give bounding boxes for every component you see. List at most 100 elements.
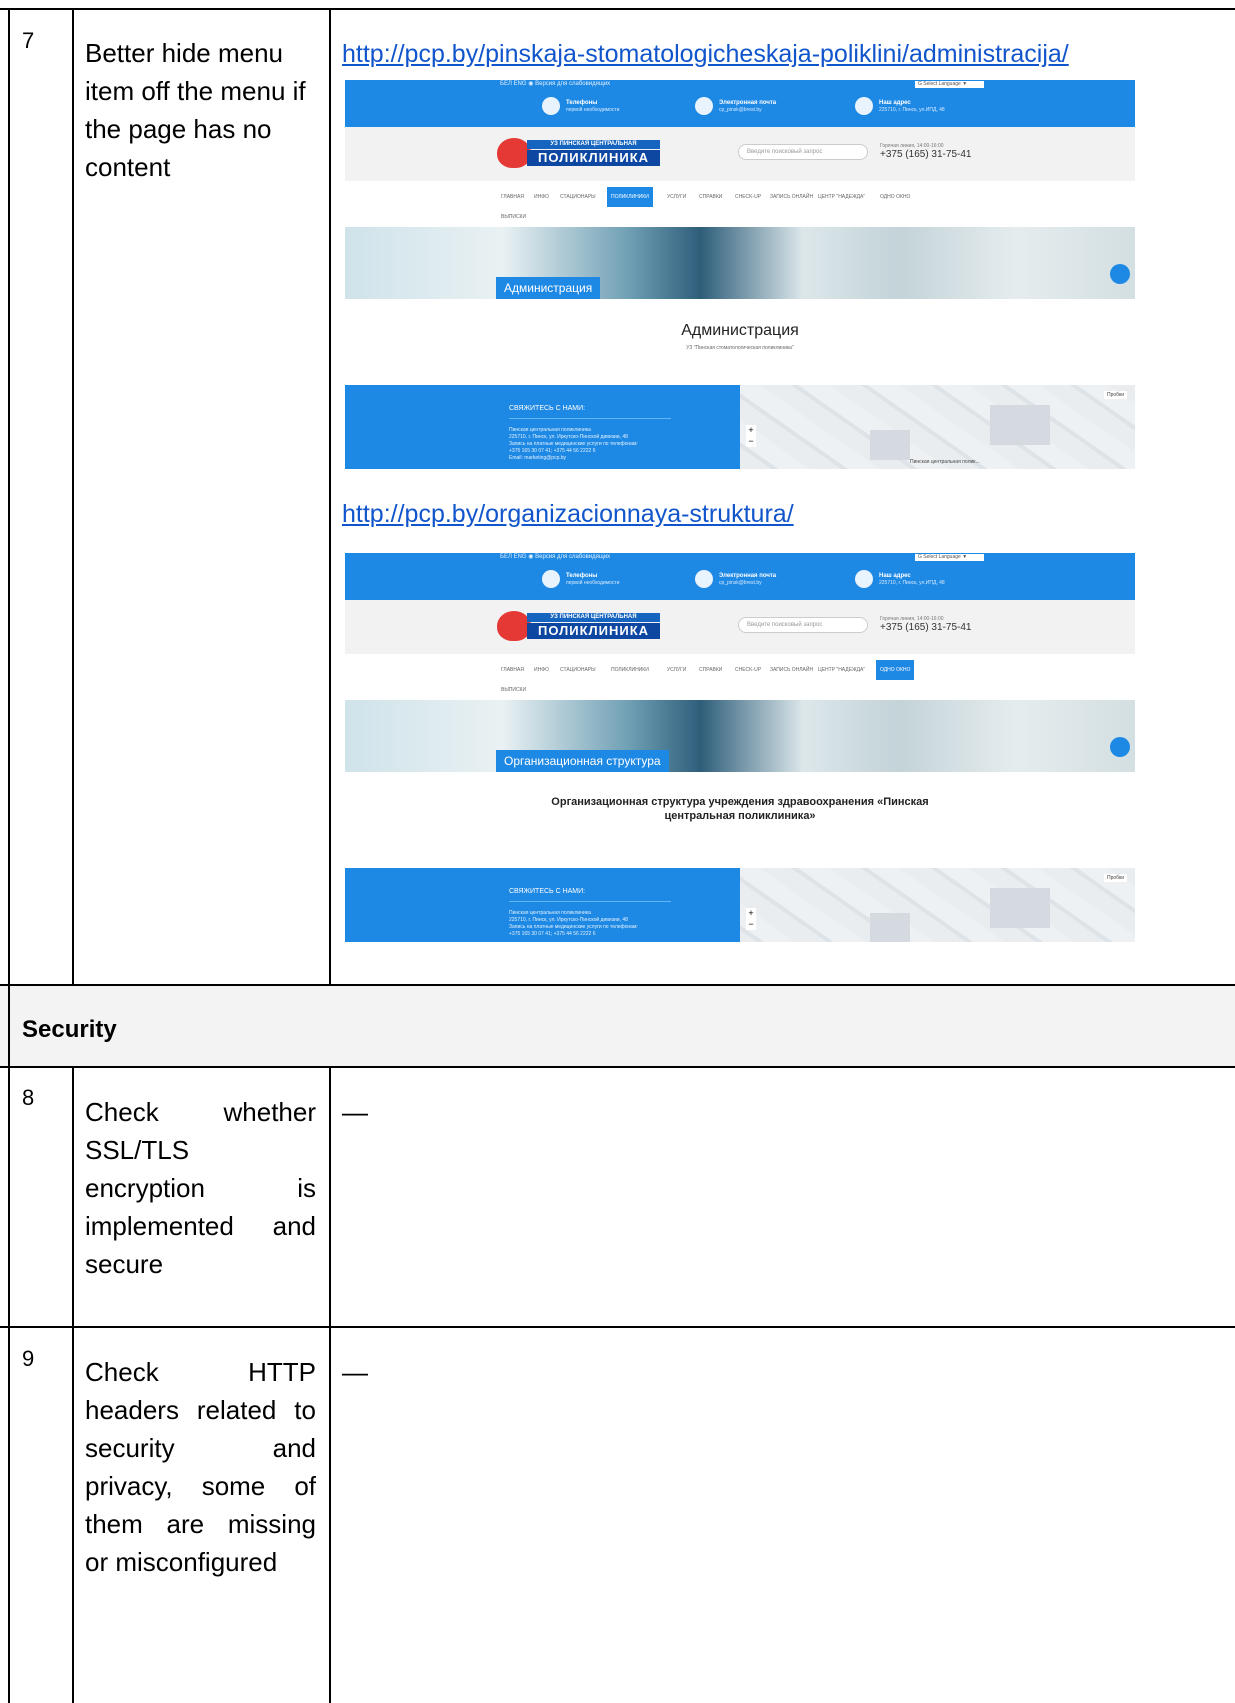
row-number: 8 [22,1085,35,1110]
site-footer: СВЯЖИТЕСЬ С НАМИ: Пинская центральная по… [345,868,1135,942]
issue-line: encryption is [85,1173,316,1203]
address-info: Наш адрес 225710, г. Пинск, ул.ИПД, 48 [855,97,945,115]
phone-icon [542,570,560,588]
column-divider [72,1066,74,1703]
lang-bar-text: БЕЛ ENG ◉ Версия для слабовидящих [500,81,611,87]
footer-line: 225710, г. Пинск, ул. Иркутско-Пинской д… [509,434,628,440]
hotline-phone: +375 (165) 31-75-41 [880,622,972,633]
row-divider [0,1326,1235,1328]
email-info: Электронная почта cp_pinsk@brest.by [695,570,777,588]
nav-item: УСЛУГИ [667,194,687,200]
column-divider [329,8,331,985]
site-search: Введите поисковый запрос [738,144,868,160]
email-title: Электронная почта [719,100,777,106]
phone-icon [542,97,560,115]
footer-contacts: СВЯЖИТЕСЬ С НАМИ: Пинская центральная по… [345,385,740,469]
table-border-left [8,8,10,1703]
issue-line: or misconfigured [85,1547,278,1577]
map-traffic: Пробки [1104,874,1127,882]
footer-line: Запись на платные медицинские услуги по … [509,924,638,930]
mail-icon [695,97,713,115]
nav-item: ЗАПИСЬ ОНЛАЙН [770,667,814,673]
footer-rule [509,418,671,419]
section-header-row [0,985,1235,1067]
menu-fab-icon [1110,737,1130,757]
section-title: Security [22,1016,117,1043]
map-zoom-controls: + − [746,425,756,447]
footer-text: Пинская центральная поликлиника 225710, … [509,910,638,938]
page-title: Организационная структура учреждения здр… [551,796,929,808]
logo-line1: УЗ ПИНСКАЯ ЦЕНТРАЛЬНАЯ [527,140,660,149]
footer-line: +375 165 30 07 41; +375 44 56 2222 6 [509,448,596,454]
site-nav: ГЛАВНАЯ ИНФО СТАЦИОНАРЫ ПОЛИКЛИНИКИ УСЛУ… [345,181,1135,227]
phones-info: Телефоны первой необходимости [542,97,620,115]
address-info: Наш адрес 225710, г. Пинск, ул.ИПД, 48 [855,570,945,588]
evidence-link[interactable]: http://pcp.by/organizacionnaya-struktura… [342,500,794,529]
footer-line: Пинская центральная поликлиника [509,910,591,916]
map-zoom-controls: + − [746,908,756,930]
phones-title: Телефоны [566,100,598,106]
nav-item: CHECK-UP [735,667,762,673]
site-header: УЗ ПИНСКАЯ ЦЕНТРАЛЬНАЯ ПОЛИКЛИНИКА Введи… [345,600,1135,654]
issue-line: security and [85,1433,316,1463]
footer-line: 225710, г. Пинск, ул. Иркутско-Пинской д… [509,917,628,923]
nav-item: ЗАПИСЬ ОНЛАЙН [770,194,814,200]
map-block [990,405,1050,445]
issue-line: headers related to [85,1395,316,1425]
page-title: Администрация [681,322,799,339]
evidence-screenshot: БЕЛ ENG ◉ Версия для слабовидящих G Sele… [345,80,1135,469]
translate-widget: G Select Language ▼ [915,81,984,88]
lang-bar: БЕЛ ENG ◉ Версия для слабовидящих G Sele… [345,80,1135,89]
evidence-screenshot: БЕЛ ENG ◉ Версия для слабовидящих G Sele… [345,553,1135,942]
menu-fab-icon [1110,264,1130,284]
footer-line: Email: marketing@pcp.by [509,455,567,461]
nav-item: ПОЛИКЛИНИКИ [611,667,649,673]
site-header: УЗ ПИНСКАЯ ЦЕНТРАЛЬНАЯ ПОЛИКЛИНИКА Введи… [345,127,1135,181]
table-border-top [0,8,1235,10]
nav-item: СТАЦИОНАРЫ [560,194,596,200]
nav-item: СПРАВКИ [699,194,723,200]
heart-icon [497,138,531,168]
footer-heading: СВЯЖИТЕСЬ С НАМИ: [509,405,586,412]
map-block [870,430,910,460]
nav-item: ИНФО [534,667,549,673]
site-footer: СВЯЖИТЕСЬ С НАМИ: Пинская центральная по… [345,385,1135,469]
issue-line: privacy, some of [85,1471,316,1501]
address-sub: 225710, г. Пинск, ул.ИПД, 48 [879,580,945,586]
evidence-link[interactable]: http://pcp.by/pinskaja-stomatologicheska… [342,40,1069,69]
footer-rule [509,901,671,902]
banner-label: Организационная структура [496,750,669,772]
nav-item: ГЛАВНАЯ [501,194,524,200]
nav-item: ВЫПИСКИ [501,687,527,693]
nav-item: ЦЕНТР "НАДЕЖДА" [818,194,866,200]
footer-contacts: СВЯЖИТЕСЬ С НАМИ: Пинская центральная по… [345,868,740,942]
email-info: Электронная почта cp_pinsk@brest.by [695,97,777,115]
site-nav: ГЛАВНАЯ ИНФО СТАЦИОНАРЫ ПОЛИКЛИНИКИ УСЛУ… [345,654,1135,700]
footer-map: Пробки + − [740,868,1135,942]
row-number: 9 [22,1346,35,1371]
nav-item: ВЫПИСКИ [501,214,527,220]
address-title: Наш адрес [879,573,911,579]
site-search: Введите поисковый запрос [738,617,868,633]
issue-description: Check HTTP headers related to security a… [85,1353,316,1581]
phones-sub: первой необходимости [566,107,620,113]
nav-item: СТАЦИОНАРЫ [560,667,596,673]
email-title: Электронная почта [719,573,777,579]
banner-label: Администрация [496,277,601,299]
map-traffic: Пробки [1104,391,1127,399]
nav-item: ОДНО ОКНО [880,194,911,200]
logo-line2: ПОЛИКЛИНИКА [527,150,660,166]
nav-item: CHECK-UP [735,194,762,200]
lang-bar: БЕЛ ENG ◉ Версия для слабовидящих G Sele… [345,553,1135,562]
logo-line2: ПОЛИКЛИНИКА [527,623,660,639]
issue-line: secure [85,1249,164,1279]
phones-info: Телефоны первой необходимости [542,570,619,588]
page-subtitle: УЗ "Пинская стоматологическая поликлиник… [686,345,794,351]
phones-title: Телефоны [566,573,598,579]
page-banner [345,227,1135,299]
evidence-dash: — [342,1097,368,1127]
footer-heading: СВЯЖИТЕСЬ С НАМИ: [509,888,586,895]
contact-bar: Телефоны первой необходимости Электронна… [345,562,1135,600]
footer-text: Пинская центральная поликлиника 225710, … [509,427,638,462]
column-divider [329,1066,331,1703]
